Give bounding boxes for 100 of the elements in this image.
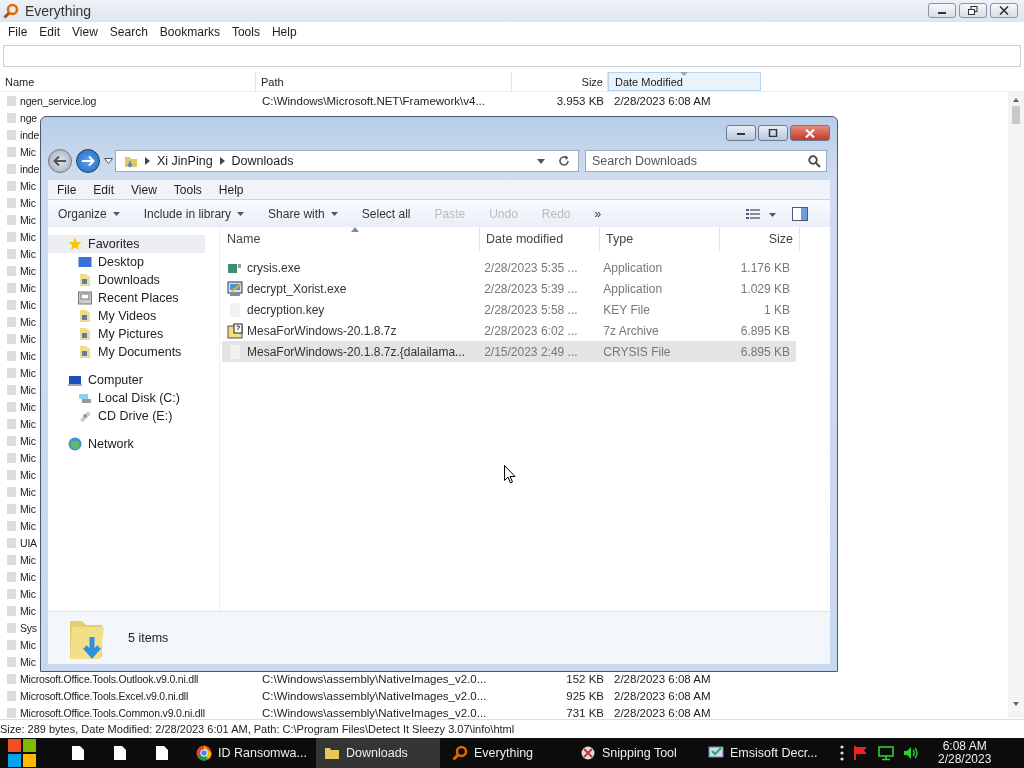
nav-item[interactable]: Recent Places [48, 289, 219, 307]
menu-item[interactable]: Bookmarks [153, 25, 226, 39]
menu-item[interactable]: File [2, 25, 34, 39]
file-row[interactable]: MesaForWindows-20.1.8.7z.{dalailama... 2/15/2023 2:49 ... CRYSIS File 6.895 KB [222, 341, 796, 362]
view-options-button[interactable] [746, 207, 776, 220]
maximize-button[interactable] [758, 125, 788, 141]
file-name: ngen_service.log [20, 94, 97, 107]
computer-icon [68, 373, 82, 387]
toolbar-button[interactable]: Select all [361, 206, 411, 221]
dropdown-icon[interactable] [537, 158, 545, 164]
window-title: Everything [25, 3, 92, 19]
file-icon [7, 537, 16, 548]
column-header[interactable]: Name [0, 72, 256, 91]
toolbar-button[interactable]: Share with [268, 206, 338, 221]
close-icon [999, 6, 1009, 15]
nav-item[interactable]: CD Drive (E:) [48, 407, 219, 425]
back-button[interactable] [48, 149, 72, 173]
menu-item[interactable]: Help [265, 25, 303, 39]
menu-item[interactable]: File [48, 182, 85, 197]
nav-item[interactable]: My Videos [48, 307, 219, 325]
refresh-icon[interactable] [558, 155, 570, 167]
restore-button[interactable] [959, 3, 987, 18]
forward-button[interactable] [76, 149, 100, 173]
file-size: 1.029 KB [740, 281, 790, 296]
file-size: 6.895 KB [740, 344, 790, 359]
page-icon[interactable] [156, 746, 168, 760]
nav-item[interactable]: Favorites [48, 235, 205, 253]
menu-item[interactable]: Tools [164, 182, 210, 197]
search-field[interactable]: Search Downloads [585, 150, 827, 172]
nav-item[interactable]: My Pictures [48, 325, 219, 343]
column-header[interactable]: Date modified [480, 227, 600, 251]
file-name: Microsoft.Office.Tools.Excel.v9.0.ni.dll [20, 689, 189, 702]
menu-item[interactable]: View [66, 25, 104, 39]
toolbar-button[interactable]: » [594, 206, 602, 221]
page-icon[interactable] [114, 746, 126, 760]
nav-item[interactable]: Local Disk (C:) [48, 389, 219, 407]
file-size: 6.895 KB [740, 323, 790, 338]
column-header[interactable]: Path [256, 72, 512, 91]
menu-item[interactable]: Edit [84, 182, 123, 197]
search-field[interactable] [3, 45, 1021, 67]
minimize-button[interactable] [928, 3, 956, 18]
column-header[interactable]: Name [222, 227, 480, 251]
file-name: Mic [20, 485, 36, 498]
clock-date[interactable]: 2/28/2023 [938, 753, 992, 766]
caret-icon[interactable] [104, 158, 113, 164]
speaker-icon[interactable] [903, 745, 919, 761]
flag-icon[interactable] [853, 745, 869, 761]
column-header[interactable]: Date Modified [608, 72, 761, 91]
file-name: Mic [20, 349, 36, 362]
chevron-icon[interactable] [145, 157, 150, 165]
breadcrumb-item[interactable]: Xi JinPing [157, 154, 213, 168]
nav-item[interactable]: Computer [48, 371, 205, 389]
file-icon [7, 265, 16, 276]
chevron-icon[interactable] [219, 157, 225, 165]
taskbar-button[interactable]: Emsisoft Decr... [700, 738, 824, 768]
file-name: decrypt_Xorist.exe [247, 281, 347, 296]
close-button[interactable] [990, 3, 1018, 18]
file-icon [7, 571, 16, 582]
item-count: 5 items [128, 631, 169, 645]
browser-icon [196, 745, 212, 761]
file-icon [7, 588, 16, 599]
file-icon [7, 95, 16, 106]
toolbar-button[interactable]: Organize [58, 206, 120, 221]
file-icon [7, 520, 16, 531]
menu-item[interactable]: View [122, 182, 165, 197]
nav-item[interactable]: Network [48, 435, 205, 453]
minimize-button[interactable] [726, 125, 756, 141]
file-row[interactable]: crysis.exe 2/28/2023 5:35 ... Application 1.176 KB [222, 257, 796, 278]
file-row[interactable]: MesaForWindows-20.1.8.7z 2/28/2023 6:02 ... 7z Archive 6.895 KB [222, 320, 796, 341]
column-header[interactable]: Type [600, 227, 720, 251]
taskbar-button[interactable]: ID Ransomwa... [188, 738, 312, 768]
more-icon[interactable] [840, 745, 844, 761]
file-row[interactable]: decrypt_Xorist.exe 2/28/2023 5:39 ... Application 1.029 KB [222, 278, 796, 299]
column-header[interactable]: Size [720, 227, 800, 251]
menu-item[interactable]: Search [103, 25, 154, 39]
menu-item[interactable]: Edit [33, 25, 67, 39]
file-row[interactable]: decryption.key 2/28/2023 5:58 ... KEY File 1 KB [222, 299, 796, 320]
menu-item[interactable]: Tools [225, 25, 266, 39]
page-icon[interactable] [72, 746, 84, 760]
toolbar-button[interactable]: Include in library [143, 206, 245, 221]
preview-pane-button[interactable] [792, 206, 808, 221]
address-bar[interactable]: Xi JinPing Downloads [115, 150, 579, 172]
clock-time[interactable]: 6:08 AM [942, 740, 987, 753]
close-button[interactable] [790, 125, 830, 141]
taskbar-button[interactable]: Everything [444, 738, 568, 768]
file-size: 1 KB [764, 302, 790, 317]
taskbar-button[interactable]: Downloads [316, 738, 440, 768]
file-icon [7, 367, 16, 378]
minimize-icon [736, 130, 746, 136]
nav-item[interactable]: Desktop [48, 253, 219, 271]
nav-item[interactable]: Downloads [48, 271, 219, 289]
file-icon [7, 214, 16, 225]
menu-item[interactable]: Help [209, 182, 252, 197]
monitor-icon[interactable] [878, 745, 894, 761]
scrollbar[interactable] [1008, 92, 1024, 718]
date-modified: 2/15/2023 2:49 ... [484, 344, 578, 359]
taskbar-button[interactable]: Snipping Tool [572, 738, 696, 768]
breadcrumb-item[interactable]: Downloads [231, 154, 294, 168]
drive-icon [78, 391, 92, 405]
nav-item[interactable]: My Documents [48, 343, 219, 361]
